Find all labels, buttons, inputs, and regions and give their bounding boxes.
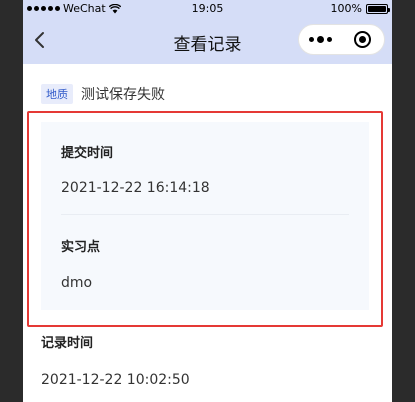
battery-icon bbox=[366, 3, 390, 14]
record-title: 测试保存失败 bbox=[81, 87, 165, 103]
status-bar: WeChat 19:05 100% bbox=[23, 0, 392, 18]
battery-percent: 100% bbox=[330, 2, 362, 15]
close-button[interactable] bbox=[342, 31, 385, 48]
more-dots-icon[interactable] bbox=[299, 35, 342, 43]
phone-screen: WeChat 19:05 100% 查看记录 地质 测试保存失败 提交时间 20… bbox=[23, 0, 392, 402]
mini-program-capsule bbox=[298, 24, 385, 55]
category-tag: 地质 bbox=[41, 84, 73, 104]
highlight-box bbox=[27, 111, 383, 327]
record-header: 地质 测试保存失败 bbox=[41, 84, 165, 104]
record-time-value: 2021-12-22 10:02:50 bbox=[41, 372, 190, 388]
target-close-icon bbox=[354, 31, 372, 48]
battery-fill bbox=[368, 5, 386, 12]
record-time-label: 记录时间 bbox=[41, 336, 94, 351]
status-right: 100% bbox=[330, 2, 390, 15]
nav-bar: 查看记录 bbox=[23, 18, 392, 64]
